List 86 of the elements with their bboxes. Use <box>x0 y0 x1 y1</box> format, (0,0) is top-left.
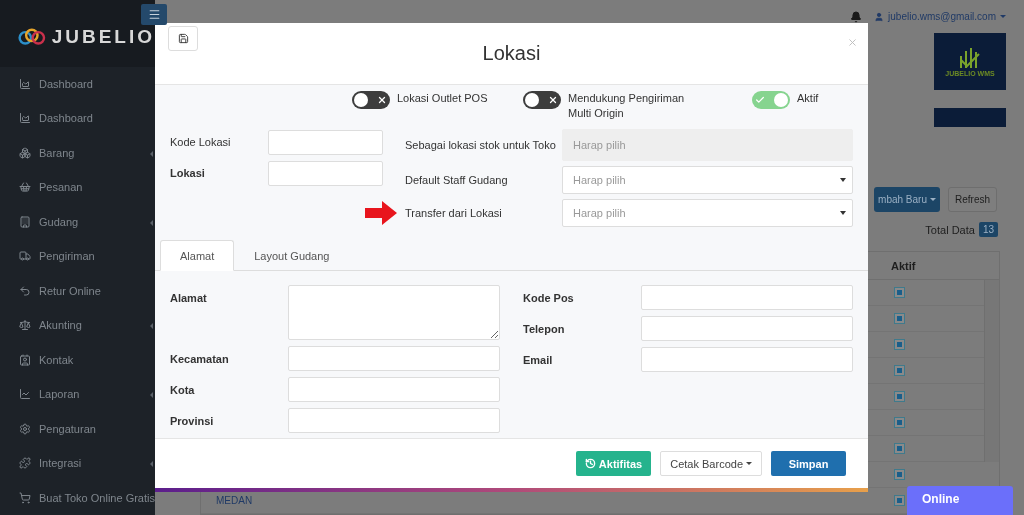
sidebar-item[interactable]: Pengaturan <box>0 411 155 446</box>
checkbox[interactable] <box>894 417 905 428</box>
checkbox[interactable] <box>894 339 905 350</box>
input-field[interactable] <box>641 316 853 341</box>
field-label: Transfer dari Lokasi <box>405 205 503 221</box>
checkbox[interactable] <box>894 391 905 402</box>
field-label: Lokasi <box>170 166 206 181</box>
select-field[interactable]: Harap pilih <box>562 166 853 194</box>
menu-item-icon <box>19 319 31 332</box>
menu-item-icon <box>19 284 31 297</box>
refresh-button[interactable]: Refresh <box>948 187 997 212</box>
field-label: Email <box>523 353 554 366</box>
menu-item-icon <box>19 146 31 159</box>
close-icon[interactable] <box>847 37 858 48</box>
sidebar-item[interactable]: Buat Toko Online Gratis <box>0 480 155 515</box>
activity-button[interactable]: Aktifitas <box>575 451 652 476</box>
checkbox[interactable] <box>894 469 905 480</box>
total-count: 13 <box>978 222 998 237</box>
sidebar-item[interactable]: Kontak <box>0 342 155 377</box>
select-field[interactable]: Harap pilih <box>562 199 853 227</box>
toggle-label: Lokasi Outlet POS <box>397 91 488 106</box>
total-label: Total Data <box>925 223 975 236</box>
menu-item-icon <box>19 457 31 470</box>
sidebar-item[interactable]: Pengiriman <box>0 239 155 274</box>
field-label: Kecamatan <box>170 352 230 365</box>
history-icon <box>584 458 596 469</box>
menu-item-icon <box>19 491 31 504</box>
field-label: Kode Pos <box>523 291 575 304</box>
bell-icon[interactable] <box>850 10 863 23</box>
menu-item-icon <box>19 77 31 90</box>
input-field[interactable] <box>288 408 500 433</box>
toggle-label: Mendukung Pengiriman Multi Origin <box>568 91 686 121</box>
sidebar-item[interactable]: Pesanan <box>0 170 155 205</box>
sidebar-item[interactable]: Retur Online <box>0 273 155 308</box>
field-label: Alamat <box>170 291 208 304</box>
save-button[interactable]: Simpan <box>771 451 846 476</box>
input-field[interactable] <box>288 346 500 371</box>
save-icon-button[interactable] <box>168 26 198 51</box>
field-label: Sebagai lokasi stok untuk Toko <box>405 137 557 153</box>
sidebar-item[interactable]: Dashboard <box>0 101 155 136</box>
field-label: Provinsi <box>170 414 215 427</box>
x-icon <box>548 95 558 105</box>
field-label: Telepon <box>523 322 566 335</box>
checkbox[interactable] <box>894 365 905 376</box>
menu-item-icon <box>19 181 31 194</box>
checkbox[interactable] <box>894 495 905 506</box>
column-header: Aktif <box>879 252 984 280</box>
input-field[interactable] <box>268 161 383 186</box>
menu-item-icon <box>19 422 31 435</box>
user-icon <box>874 11 885 22</box>
menu-button[interactable] <box>141 4 167 25</box>
save-icon <box>177 33 189 44</box>
input-field[interactable] <box>288 377 500 402</box>
menu-icon <box>147 8 161 21</box>
text-area[interactable] <box>288 285 500 340</box>
field-label: Kode Lokasi <box>170 135 232 150</box>
checkbox[interactable] <box>894 287 905 298</box>
field-label: Default Staff Gudang <box>405 172 509 188</box>
input-field[interactable] <box>641 285 853 310</box>
print-barcode-button[interactable]: Cetak Barcode <box>660 451 762 476</box>
menu-item-icon <box>19 353 31 366</box>
toggle-label: Aktif <box>797 91 819 106</box>
checkbox[interactable] <box>894 313 905 324</box>
toggle-switch[interactable] <box>523 91 561 109</box>
pointer-arrow-icon <box>365 201 397 225</box>
tab[interactable]: Layout Gudang <box>234 240 350 271</box>
menu-item-icon <box>19 388 31 401</box>
checkbox[interactable] <box>894 443 905 454</box>
menu-item-icon <box>19 112 31 125</box>
logo-strip <box>934 108 1006 127</box>
input-field[interactable] <box>268 130 383 155</box>
chat-button[interactable]: Online <box>907 486 1013 515</box>
toggle-switch[interactable] <box>352 91 390 109</box>
menu-item-icon <box>19 250 31 263</box>
x-icon <box>377 95 387 105</box>
user-email[interactable]: jubelio.wms@gmail.com <box>874 11 1006 22</box>
add-button[interactable]: mbah Baru <box>874 187 940 212</box>
brand-name: JUBELIO <box>51 26 155 49</box>
check-icon <box>755 95 765 105</box>
menu-item-icon <box>19 215 31 228</box>
tab[interactable]: Alamat <box>160 240 235 271</box>
input-field[interactable] <box>641 347 853 372</box>
dialog-title: Lokasi <box>482 42 541 65</box>
field-label: Kota <box>170 383 196 396</box>
sidebar-item[interactable]: Dashboard <box>0 66 155 102</box>
toggle-switch[interactable] <box>752 91 790 109</box>
